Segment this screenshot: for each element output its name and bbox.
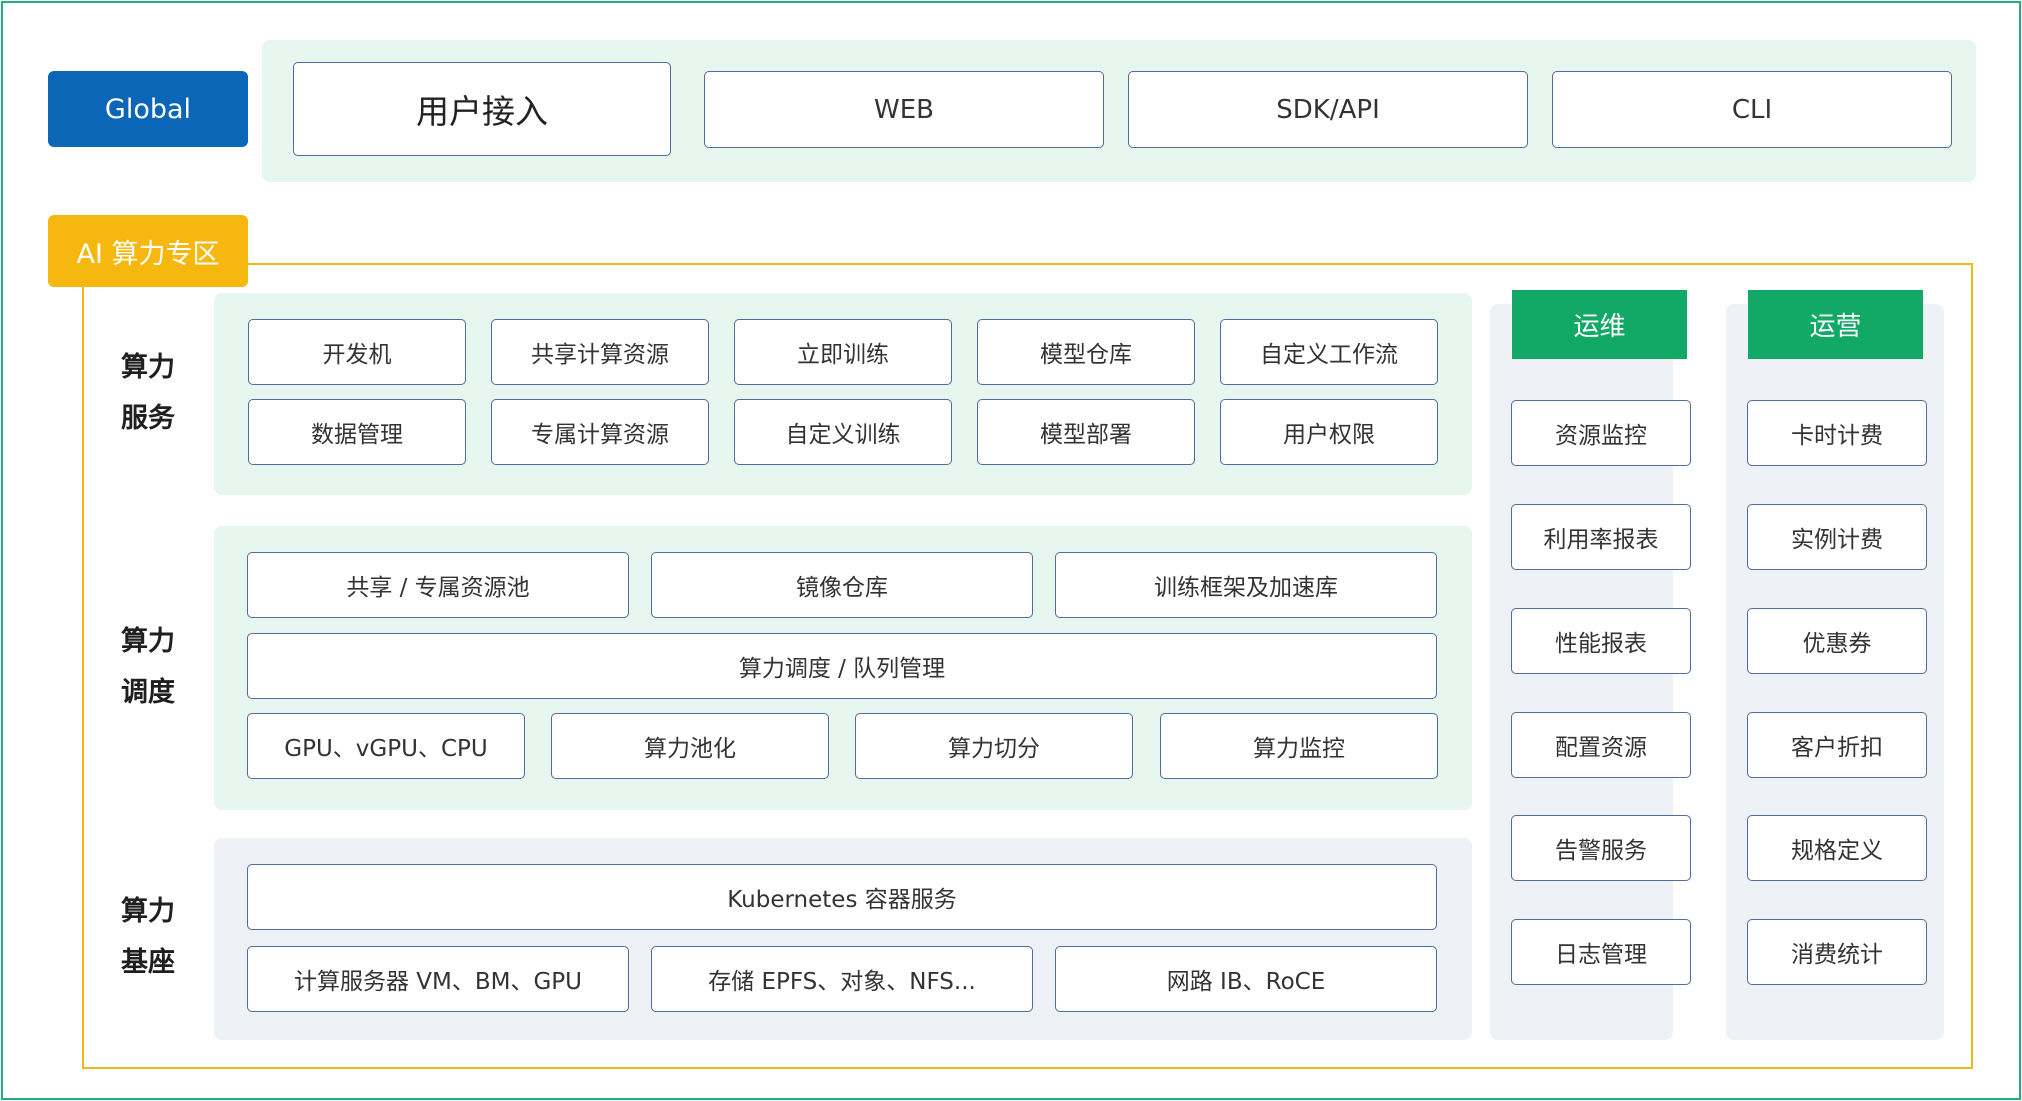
schedule-queue-box: 算力调度 / 队列管理 xyxy=(247,633,1437,699)
operation-item: 卡时计费 xyxy=(1747,400,1927,466)
base-label: 算力 基座 xyxy=(121,896,175,978)
cli-box: CLI xyxy=(1552,71,1952,148)
kubernetes-box: Kubernetes 容器服务 xyxy=(247,864,1437,930)
operation-item: 规格定义 xyxy=(1747,815,1927,881)
service-item: 开发机 xyxy=(248,319,466,385)
ops-header: 运维 xyxy=(1512,290,1687,359)
ops-item: 利用率报表 xyxy=(1511,504,1691,570)
global-tag: Global xyxy=(48,71,248,147)
schedule-item: 算力监控 xyxy=(1160,713,1438,779)
operation-item: 消费统计 xyxy=(1747,919,1927,985)
base-item: 网路 IB、RoCE xyxy=(1055,946,1437,1012)
service-item: 模型部署 xyxy=(977,399,1195,465)
ops-item: 资源监控 xyxy=(1511,400,1691,466)
user-access-box: 用户接入 xyxy=(293,62,671,156)
schedule-item: 共享 / 专属资源池 xyxy=(247,552,629,618)
service-item: 自定义工作流 xyxy=(1220,319,1438,385)
schedule-item: GPU、vGPU、CPU xyxy=(247,713,525,779)
base-item: 计算服务器 VM、BM、GPU xyxy=(247,946,629,1012)
service-item: 数据管理 xyxy=(248,399,466,465)
schedule-item: 算力池化 xyxy=(551,713,829,779)
service-item: 共享计算资源 xyxy=(491,319,709,385)
operation-item: 客户折扣 xyxy=(1747,712,1927,778)
service-label: 算力 服务 xyxy=(121,352,175,434)
operation-header: 运营 xyxy=(1748,290,1923,359)
operation-item: 优惠券 xyxy=(1747,608,1927,674)
sdk-api-box: SDK/API xyxy=(1128,71,1528,148)
schedule-label: 算力 调度 xyxy=(121,626,175,708)
schedule-item: 镜像仓库 xyxy=(651,552,1033,618)
base-item: 存储 EPFS、对象、NFS... xyxy=(651,946,1033,1012)
ops-item: 告警服务 xyxy=(1511,815,1691,881)
service-item: 用户权限 xyxy=(1220,399,1438,465)
service-item: 专属计算资源 xyxy=(491,399,709,465)
service-item: 立即训练 xyxy=(734,319,952,385)
operation-item: 实例计费 xyxy=(1747,504,1927,570)
schedule-item: 训练框架及加速库 xyxy=(1055,552,1437,618)
ops-item: 日志管理 xyxy=(1511,919,1691,985)
ops-item: 配置资源 xyxy=(1511,712,1691,778)
schedule-item: 算力切分 xyxy=(855,713,1133,779)
service-item: 模型仓库 xyxy=(977,319,1195,385)
service-item: 自定义训练 xyxy=(734,399,952,465)
ai-zone-tag: AI 算力专区 xyxy=(48,215,248,287)
ops-item: 性能报表 xyxy=(1511,608,1691,674)
web-box: WEB xyxy=(704,71,1104,148)
